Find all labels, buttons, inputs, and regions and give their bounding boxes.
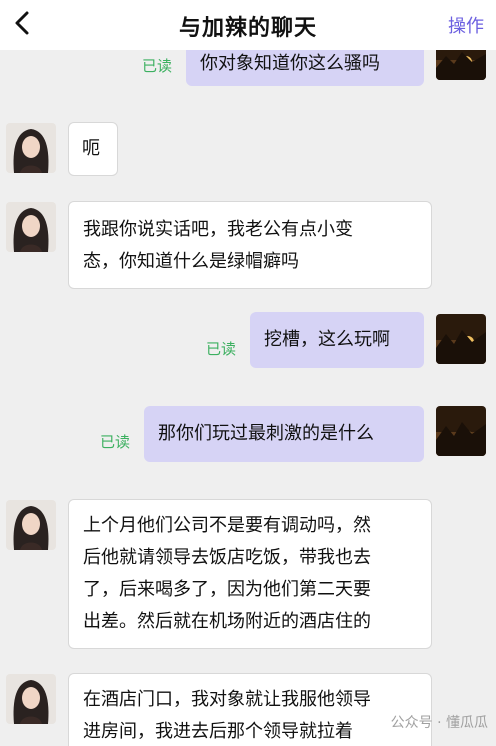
- message-line: 了，后来喝多了，因为他们第二天要: [83, 579, 371, 600]
- chat-area[interactable]: 已读 你对象知道你这么骚吗 呃 我跟你说实话吧，我老公有点小变 态，你知道什么是…: [0, 50, 496, 746]
- contact-avatar[interactable]: [6, 674, 56, 724]
- message-line: 我跟你说实话吧，我老公有点小变: [83, 219, 353, 240]
- message-line: 进房间，我进去后那个领导就拉着: [83, 721, 353, 742]
- woman-portrait-icon: [6, 202, 56, 252]
- action-button[interactable]: 操作: [448, 12, 484, 38]
- sent-message-bubble[interactable]: 你对象知道你这么骚吗: [186, 50, 424, 86]
- received-message-bubble[interactable]: 上个月他们公司不是要有调动吗，然 后他就请领导去饭店吃饭，带我也去 了，后来喝多…: [68, 499, 432, 649]
- top-bar: 与加辣的聊天 操作: [0, 0, 496, 50]
- received-message-bubble[interactable]: 在酒店门口，我对象就让我服他领导 进房间，我进去后那个领导就拉着: [68, 673, 432, 746]
- message-line: 出差。然后就在机场附近的酒店住的: [83, 611, 371, 632]
- read-status: 已读: [142, 57, 173, 75]
- night-scene-icon: [436, 314, 486, 364]
- woman-portrait-icon: [6, 123, 56, 173]
- my-avatar[interactable]: [436, 50, 486, 80]
- woman-portrait-icon: [6, 500, 56, 550]
- received-message-bubble[interactable]: 呃: [68, 122, 118, 176]
- message-line: 上个月他们公司不是要有调动吗，然: [83, 515, 371, 536]
- received-message-bubble[interactable]: 我跟你说实话吧，我老公有点小变 态，你知道什么是绿帽癖吗: [68, 201, 432, 289]
- watermark: 公众号 · 懂瓜瓜: [390, 715, 488, 731]
- message-line: 态，你知道什么是绿帽癖吗: [83, 251, 299, 272]
- contact-avatar[interactable]: [6, 202, 56, 252]
- message-line: 呃: [82, 138, 100, 159]
- message-line: 挖槽，这么玩啊: [264, 329, 390, 350]
- chat-title: 与加辣的聊天: [178, 16, 317, 41]
- message-line: 你对象知道你这么骚吗: [200, 53, 380, 74]
- contact-avatar[interactable]: [6, 500, 56, 550]
- sent-message-bubble[interactable]: 那你们玩过最刺激的是什么: [144, 406, 424, 462]
- contact-avatar[interactable]: [6, 123, 56, 173]
- message-line: 在酒店门口，我对象就让我服他领导: [83, 689, 371, 710]
- night-scene-icon: [436, 406, 486, 456]
- sent-message-bubble[interactable]: 挖槽，这么玩啊: [250, 312, 424, 368]
- read-status: 已读: [206, 340, 237, 358]
- read-status: 已读: [100, 433, 131, 451]
- my-avatar[interactable]: [436, 314, 486, 364]
- woman-portrait-icon: [6, 674, 56, 724]
- night-scene-icon: [436, 50, 486, 80]
- my-avatar[interactable]: [436, 406, 486, 456]
- message-line: 那你们玩过最刺激的是什么: [158, 423, 374, 444]
- message-line: 后他就请领导去饭店吃饭，带我也去: [83, 547, 371, 568]
